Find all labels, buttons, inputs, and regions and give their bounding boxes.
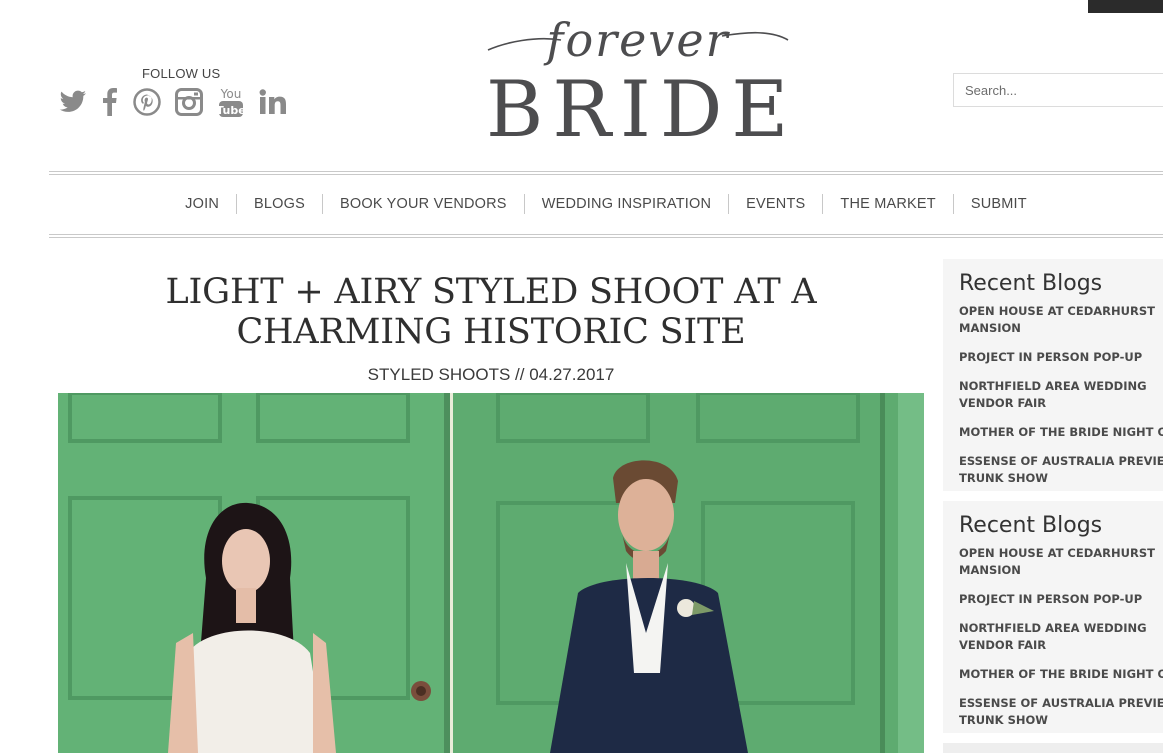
facebook-icon[interactable] xyxy=(100,84,120,120)
nav-item-join[interactable]: JOIN xyxy=(168,194,236,214)
recent-blog-link[interactable]: MOTHER OF THE BRIDE NIGHT OUT xyxy=(959,424,1163,441)
svg-text:Tube: Tube xyxy=(217,104,245,117)
main-nav: JOIN BLOGS BOOK YOUR VENDORS WEDDING INS… xyxy=(49,179,1163,229)
search-box[interactable] xyxy=(953,73,1163,107)
article-title: LIGHT + AIRY STYLED SHOOT AT A CHARMING … xyxy=(165,272,817,352)
recent-blog-link[interactable]: PROJECT IN PERSON POP-UP xyxy=(959,591,1163,608)
nav-item-submit[interactable]: SUBMIT xyxy=(952,194,1044,214)
sidebar-widget-partial xyxy=(943,743,1163,753)
nav-item-the-market[interactable]: THE MARKET xyxy=(822,194,952,214)
article-category-link[interactable]: STYLED SHOOTS xyxy=(368,365,511,384)
recent-blog-link[interactable]: MOTHER OF THE BRIDE NIGHT OUT xyxy=(959,666,1163,683)
twitter-icon[interactable] xyxy=(58,84,88,120)
youtube-icon[interactable]: You Tube xyxy=(216,84,246,120)
linkedin-icon[interactable] xyxy=(258,84,290,120)
nav-bottom-rule-inner xyxy=(49,237,1163,238)
recent-blog-link[interactable]: OPEN HOUSE AT CEDARHURST MANSION xyxy=(959,545,1163,579)
svg-text:forever: forever xyxy=(543,13,730,67)
widget-title: Recent Blogs xyxy=(959,271,1103,296)
recent-blog-link[interactable]: ESSENSE OF AUSTRALIA PREVIEW TRUNK SHOW xyxy=(959,453,1163,487)
nav-top-rule-inner xyxy=(49,174,1163,175)
follow-us-label: FOLLOW US xyxy=(142,66,221,81)
recent-blogs-list: OPEN HOUSE AT CEDARHURST MANSION PROJECT… xyxy=(959,303,1163,487)
nav-item-blogs[interactable]: BLOGS xyxy=(236,194,322,214)
pinterest-icon[interactable] xyxy=(132,84,162,120)
meta-separator: // xyxy=(510,365,530,384)
recent-blog-link[interactable]: ESSENSE OF AUSTRALIA PREVIEW TRUNK SHOW xyxy=(959,695,1163,729)
sidebar-widget-recent-blogs: Recent Blogs OPEN HOUSE AT CEDARHURST MA… xyxy=(943,259,1163,491)
recent-blog-link[interactable]: NORTHFIELD AREA WEDDING VENDOR FAIR xyxy=(959,620,1163,654)
recent-blog-link[interactable]: NORTHFIELD AREA WEDDING VENDOR FAIR xyxy=(959,378,1163,412)
logo-wordmark: BRIDE xyxy=(486,65,798,155)
article-date: 04.27.2017 xyxy=(529,365,615,384)
nav-bottom-rule xyxy=(49,234,1163,235)
nav-item-wedding-inspiration[interactable]: WEDDING INSPIRATION xyxy=(523,194,728,214)
top-corner-tab xyxy=(1088,0,1163,13)
site-logo[interactable]: forever BRIDE xyxy=(486,6,790,152)
article-meta: STYLED SHOOTS // 04.27.2017 xyxy=(58,365,924,385)
nav-item-events[interactable]: EVENTS xyxy=(728,194,822,214)
recent-blog-link[interactable]: PROJECT IN PERSON POP-UP xyxy=(959,349,1163,366)
hero-photo-illustration xyxy=(58,393,924,753)
recent-blog-link[interactable]: OPEN HOUSE AT CEDARHURST MANSION xyxy=(959,303,1163,337)
instagram-icon[interactable] xyxy=(174,84,204,120)
search-input[interactable] xyxy=(954,74,1163,106)
article-hero-image xyxy=(58,393,924,753)
widget-title: Recent Blogs xyxy=(959,513,1103,538)
sidebar-widget-recent-blogs-2: Recent Blogs OPEN HOUSE AT CEDARHURST MA… xyxy=(943,501,1163,733)
svg-text:You: You xyxy=(220,87,242,101)
recent-blogs-list: OPEN HOUSE AT CEDARHURST MANSION PROJECT… xyxy=(959,545,1163,729)
nav-top-rule xyxy=(49,171,1163,172)
nav-item-book-your-vendors[interactable]: BOOK YOUR VENDORS xyxy=(321,194,524,214)
